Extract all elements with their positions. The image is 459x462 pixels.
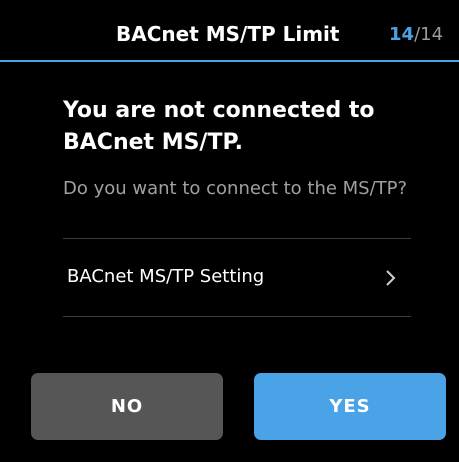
dialog-heading: You are not connected to BACnet MS/TP. [63,98,375,155]
setting-label: BACnet MS/TP Setting [67,266,265,287]
page-title: BACnet MS/TP Limit [116,22,340,46]
yes-button[interactable]: YES [254,373,446,440]
no-button-label: NO [110,396,144,417]
bacnet-setting-row[interactable]: BACnet MS/TP Setting [63,239,411,316]
yes-button-label: YES [329,396,371,417]
dialog-subtext: Do you want to connect to the MS/TP? [63,178,408,199]
page-counter: 14/14 [389,24,443,45]
header-bar: BACnet MS/TP Limit 14/14 [0,0,459,62]
page-current: 14 [389,24,415,45]
chevron-right-icon [385,270,397,286]
no-button[interactable]: NO [31,373,223,440]
page-total: 14 [420,24,444,45]
divider-bottom [63,316,411,317]
